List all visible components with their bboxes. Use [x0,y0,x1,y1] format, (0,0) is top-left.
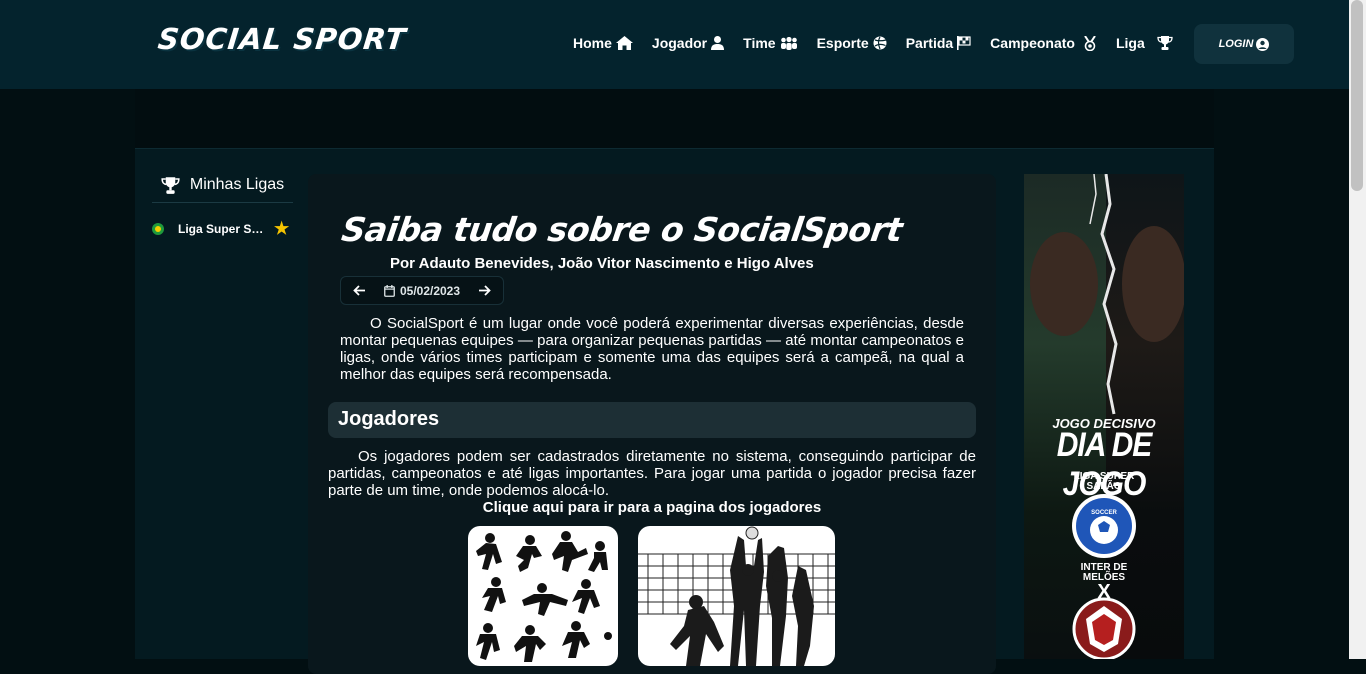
arrow-right-icon[interactable] [478,285,491,296]
ad-versus: X [1097,581,1111,603]
sidebar-item-league[interactable]: Liga Super Salão ★ [152,219,293,239]
site-logo[interactable]: SOCIAL SPORT [156,22,408,56]
trophy-icon [1157,36,1173,50]
article-authors: Por Adauto Benevides, João Vitor Nascime… [390,255,814,272]
nav-home[interactable]: Home [573,35,633,51]
banner-strip [135,89,1214,149]
nav-esporte-label: Esporte [816,35,869,51]
nav-time[interactable]: Time [743,35,797,51]
volleyball-players-image[interactable] [638,526,835,666]
ad-banner[interactable]: JOGO DECISIVO DIA DE JOGO LIGA SUPER SAL… [1024,174,1184,659]
nav-liga-label: Liga [1115,35,1145,51]
calendar-icon [384,284,395,297]
soccer-players-image[interactable] [468,526,618,666]
home-icon [615,36,633,50]
soccer-ball-icon: SOCCER [1076,498,1132,554]
login-label: LOGIN [1218,38,1254,50]
user-circle-icon [1256,37,1270,51]
nav-campeonato[interactable]: Campeonato [990,35,1097,51]
nav-partida-label: Partida [905,35,954,51]
volleyball-icon [873,36,887,50]
nav-jogador[interactable]: Jogador [651,35,725,51]
nav-jogador-label: Jogador [651,35,708,51]
soccer-silhouettes [476,531,612,662]
date-display[interactable]: 05/02/2023 [384,284,460,298]
brazil-flag-icon [152,223,164,235]
top-navbar: SOCIAL SPORT Home Jogador Time Esporte P… [0,0,1349,89]
scrollbar-thumb[interactable] [1351,0,1363,191]
users-icon [780,36,797,50]
ad-badge-text: SOCCER [1091,510,1117,516]
ad-league-line2: SALÃO [1086,481,1122,492]
date-navigator: 05/02/2023 [340,276,504,305]
ad-team-badge: SOCCER [1072,494,1136,558]
section-text: Os jogadores podem ser cadastrados diret… [328,448,976,499]
nav-liga[interactable]: Liga [1116,35,1173,51]
nav-time-label: Time [743,35,776,51]
flag-checkered-icon [957,36,971,50]
volleyball-silhouettes [638,526,835,666]
nav-esporte[interactable]: Esporte [817,35,887,51]
sidebar-title: Minhas Ligas [189,176,285,193]
star-icon[interactable]: ★ [274,219,289,239]
league-name: Liga Super Salão [178,222,268,236]
main-nav: Home Jogador Time Esporte Partida Campeo… [573,35,1192,51]
players-page-link[interactable]: Clique aqui para ir para a pagina dos jo… [308,499,996,516]
article-title: Saiba tudo sobre o SocialSport [339,210,905,249]
article-intro: O SocialSport é um lugar onde você poder… [340,315,964,383]
section-title: Jogadores [338,408,440,430]
medal-icon [1084,35,1096,51]
sidebar: Minhas Ligas Liga Super Salão ★ [152,170,293,239]
nav-partida[interactable]: Partida [906,35,971,51]
nav-home-label: Home [573,35,612,51]
ad-headline: DIA DE JOGO [1056,425,1153,503]
user-icon [711,36,725,50]
trophy-icon [161,176,180,194]
sidebar-header: Minhas Ligas [152,170,293,203]
arrow-left-icon[interactable] [353,285,366,296]
login-button[interactable]: LOGIN [1194,24,1294,64]
nav-campeonato-label: Campeonato [990,35,1075,51]
date-value: 05/02/2023 [399,283,461,298]
